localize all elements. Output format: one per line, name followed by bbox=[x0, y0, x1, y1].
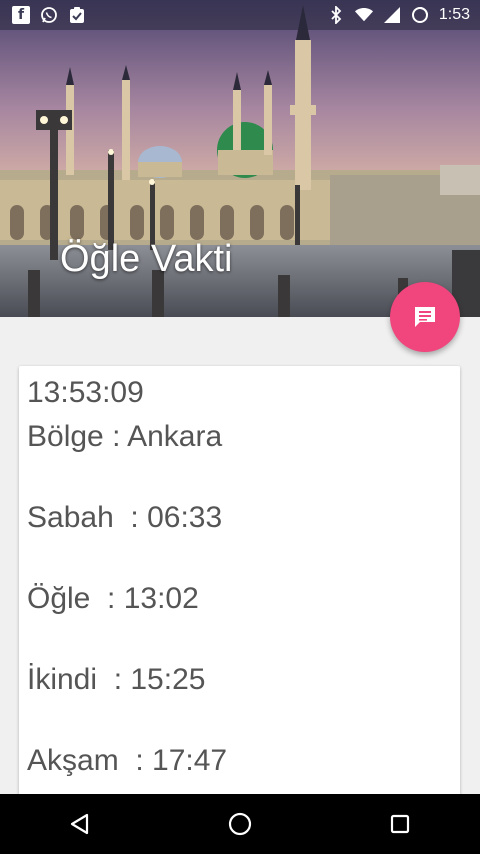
home-button[interactable] bbox=[210, 794, 270, 854]
signal-icon bbox=[383, 6, 401, 24]
prayer-ikindi: İkindi : 15:25 bbox=[27, 663, 206, 696]
wifi-icon bbox=[354, 6, 373, 24]
status-bar: f 1:53 bbox=[0, 0, 480, 30]
prayer-aksam: Akşam : 17:47 bbox=[27, 744, 228, 777]
message-button[interactable] bbox=[390, 282, 460, 352]
header-image: Öğle Vakti bbox=[0, 0, 480, 317]
navigation-bar bbox=[0, 794, 480, 854]
clipboard-check-icon bbox=[68, 6, 86, 24]
region-label: Bölge : Ankara bbox=[27, 420, 223, 453]
prayer-times-card: 13:53:09 Bölge : Ankara Sabah : 06:33 Öğ… bbox=[19, 366, 460, 806]
back-button[interactable] bbox=[50, 794, 110, 854]
battery-icon bbox=[411, 6, 429, 24]
back-icon bbox=[70, 813, 89, 835]
current-time: 13:53:09 bbox=[27, 376, 144, 409]
bluetooth-icon bbox=[327, 6, 345, 24]
home-icon bbox=[228, 812, 252, 836]
message-icon bbox=[415, 307, 435, 327]
recents-icon bbox=[390, 814, 410, 834]
facebook-icon: f bbox=[12, 6, 30, 24]
page-title: Öğle Vakti bbox=[60, 238, 233, 280]
prayer-sabah: Sabah : 06:33 bbox=[27, 501, 223, 534]
recents-button[interactable] bbox=[370, 794, 430, 854]
whatsapp-icon bbox=[40, 6, 58, 24]
prayer-ogle: Öğle : 13:02 bbox=[27, 582, 199, 615]
status-time: 1:53 bbox=[438, 6, 470, 23]
